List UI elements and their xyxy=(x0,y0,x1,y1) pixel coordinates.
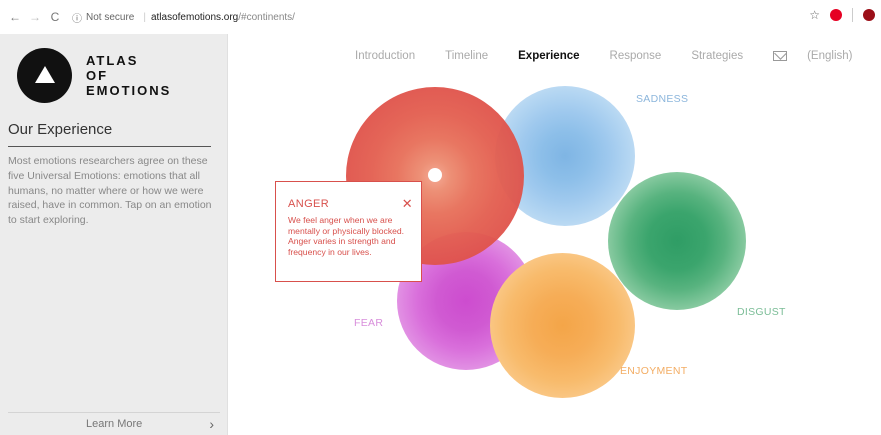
info-icon[interactable]: ⓘ xyxy=(72,10,82,25)
nav-introduction[interactable]: Introduction xyxy=(355,50,415,62)
nav-timeline[interactable]: Timeline xyxy=(445,50,488,62)
nav-strategies[interactable]: Strategies xyxy=(691,50,743,62)
mail-icon[interactable] xyxy=(773,51,788,61)
nav-experience[interactable]: Experience xyxy=(518,50,579,62)
tooltip-body: We feel anger when we are mentally or ph… xyxy=(288,215,405,257)
anger-center-dot xyxy=(428,168,442,182)
close-icon[interactable]: ✕ xyxy=(402,196,413,212)
browser-toolbar: ← → C ⓘ Not secure | atlasofemotions.org… xyxy=(0,0,881,34)
extension-icon[interactable] xyxy=(863,9,875,21)
learn-more-label: Learn More xyxy=(86,418,143,430)
disgust-label[interactable]: DISGUST xyxy=(737,306,786,318)
main-nav: Introduction Timeline Experience Respons… xyxy=(355,48,852,64)
enjoyment-circle[interactable] xyxy=(490,253,635,398)
forward-arrow-icon[interactable]: → xyxy=(28,10,42,24)
sidebar-divider xyxy=(8,146,211,147)
browser-actions: ☆ xyxy=(809,8,875,22)
anger-tooltip: ANGER ✕ We feel anger when we are mental… xyxy=(275,181,422,282)
back-arrow-icon[interactable]: ← xyxy=(8,10,22,24)
star-icon[interactable]: ☆ xyxy=(809,8,820,22)
url-host: atlasofemotions.org xyxy=(150,11,239,23)
tooltip-title: ANGER xyxy=(288,198,330,210)
pinterest-icon[interactable] xyxy=(830,9,842,21)
url-path: /#continents/ xyxy=(238,11,295,23)
sidebar-description: Most emotions researchers agree on these… xyxy=(8,155,212,227)
logo-text: ATLAS OF EMOTIONS xyxy=(86,53,172,98)
separator: | xyxy=(143,11,146,23)
atlas-logo[interactable]: ATLAS OF EMOTIONS xyxy=(17,48,171,103)
sidebar: ATLAS OF EMOTIONS Our Experience Most em… xyxy=(0,34,228,435)
logo-triangle-icon xyxy=(17,48,72,103)
sadness-label[interactable]: SADNESS xyxy=(636,93,688,105)
language-selector[interactable]: (English) xyxy=(807,50,852,62)
fear-label[interactable]: FEAR xyxy=(354,317,383,329)
divider xyxy=(852,8,853,22)
sidebar-title: Our Experience xyxy=(8,121,113,138)
reload-icon[interactable]: C xyxy=(48,10,62,24)
tooltip-header: ANGER ✕ xyxy=(288,196,413,212)
chevron-right-icon: › xyxy=(209,416,214,432)
security-label: Not secure xyxy=(86,11,135,23)
address-bar[interactable]: ⓘ Not secure | atlasofemotions.org /#con… xyxy=(72,10,295,25)
learn-more-button[interactable]: Learn More › xyxy=(8,412,220,435)
enjoyment-label[interactable]: ENJOYMENT xyxy=(620,365,687,377)
nav-response[interactable]: Response xyxy=(610,50,662,62)
disgust-circle[interactable] xyxy=(608,172,746,310)
